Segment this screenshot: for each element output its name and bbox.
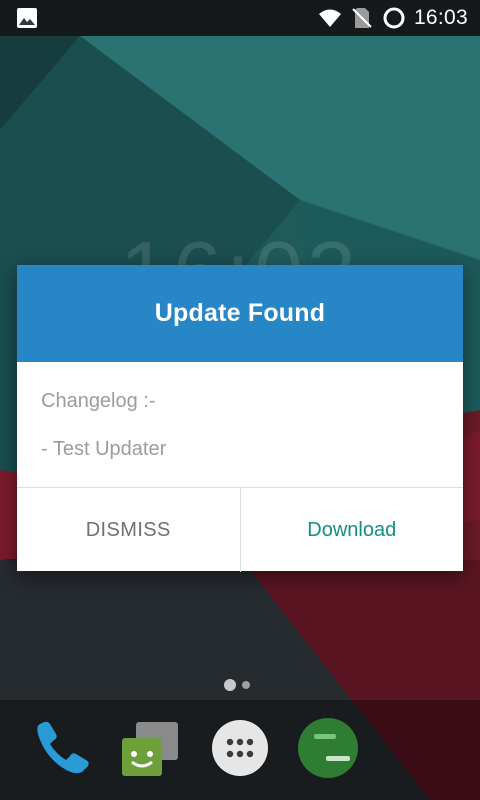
image-notification-icon [17, 8, 37, 28]
update-dialog: Update Found Changelog :- - Test Updater… [17, 265, 463, 572]
status-bar: 16:03 [0, 0, 480, 36]
no-sim-icon [352, 8, 372, 28]
app-drawer-icon[interactable] [208, 716, 272, 780]
dialog-header: Update Found [17, 265, 463, 362]
changelog-entry: - Test Updater [41, 438, 167, 460]
dialog-actions: DISMISS Download [17, 487, 463, 572]
page-dot [242, 681, 250, 689]
status-time: 16:03 [413, 6, 468, 29]
wifi-icon [318, 9, 341, 27]
messaging-icon[interactable] [116, 716, 180, 780]
changelog-label: Changelog :- [41, 390, 156, 412]
page-dot-active [224, 679, 236, 691]
dialog-body: Changelog :- - Test Updater [17, 362, 463, 487]
phone-icon[interactable] [30, 716, 94, 780]
battery-ring-icon [383, 7, 405, 29]
hangouts-icon[interactable] [296, 716, 360, 780]
download-button[interactable]: Download [241, 488, 464, 572]
page-indicator [224, 679, 250, 691]
dock [0, 712, 480, 792]
dismiss-button[interactable]: DISMISS [17, 488, 241, 572]
dialog-title: Update Found [154, 299, 326, 327]
